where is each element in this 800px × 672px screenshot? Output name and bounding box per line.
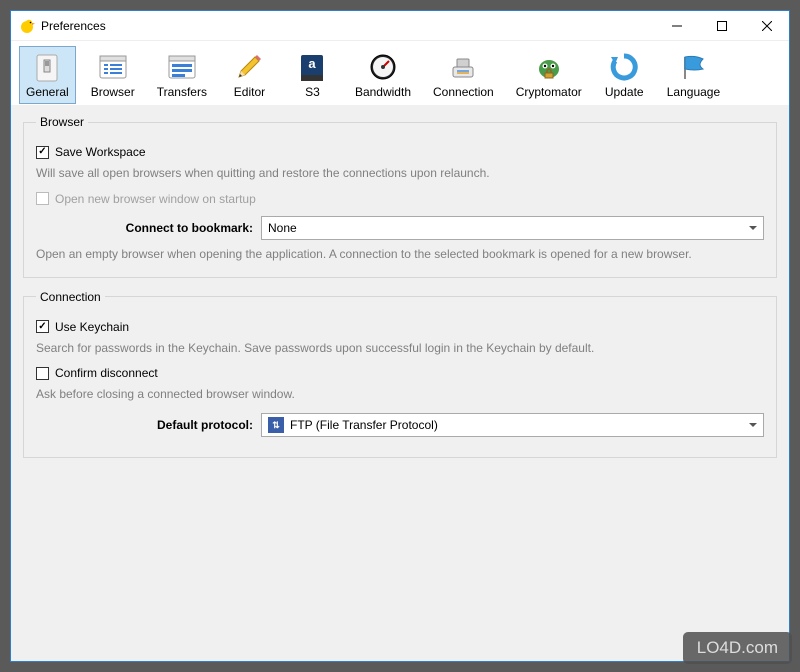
maximize-button[interactable] bbox=[699, 11, 744, 40]
app-icon bbox=[19, 18, 35, 34]
tab-label: Editor bbox=[234, 85, 265, 99]
tab-label: Transfers bbox=[157, 85, 207, 99]
save-workspace-row: Save Workspace bbox=[36, 145, 764, 159]
tab-label: Connection bbox=[433, 85, 494, 99]
browser-icon bbox=[97, 51, 129, 83]
general-icon bbox=[31, 51, 63, 83]
titlebar: Preferences bbox=[11, 11, 789, 41]
chevron-down-icon bbox=[749, 226, 757, 230]
tab-transfers[interactable]: Transfers bbox=[150, 46, 214, 104]
confirm-disconnect-checkbox[interactable] bbox=[36, 367, 49, 380]
save-workspace-checkbox[interactable] bbox=[36, 146, 49, 159]
tab-label: Browser bbox=[91, 85, 135, 99]
content-area: Browser Save Workspace Will save all ope… bbox=[11, 105, 789, 661]
browser-legend: Browser bbox=[36, 115, 88, 129]
confirm-disconnect-desc: Ask before closing a connected browser w… bbox=[36, 386, 764, 403]
tab-cryptomator[interactable]: Cryptomator bbox=[509, 46, 589, 104]
use-keychain-row: Use Keychain bbox=[36, 320, 764, 334]
connection-section: Connection Use Keychain Search for passw… bbox=[23, 290, 777, 459]
default-protocol-select[interactable]: ⇅ FTP (File Transfer Protocol) bbox=[261, 413, 764, 437]
chevron-down-icon bbox=[749, 423, 757, 427]
tab-label: Cryptomator bbox=[516, 85, 582, 99]
tab-label: Update bbox=[605, 85, 644, 99]
preferences-window: Preferences General Browser Transfers bbox=[10, 10, 790, 662]
default-protocol-row: Default protocol: ⇅ FTP (File Transfer P… bbox=[36, 413, 764, 437]
confirm-disconnect-row: Confirm disconnect bbox=[36, 366, 764, 380]
window-title: Preferences bbox=[41, 19, 654, 33]
bandwidth-icon bbox=[367, 51, 399, 83]
tab-label: Language bbox=[667, 85, 720, 99]
connect-bookmark-value: None bbox=[268, 221, 749, 235]
connection-icon bbox=[447, 51, 479, 83]
tab-update[interactable]: Update bbox=[597, 46, 652, 104]
s3-icon: a bbox=[296, 51, 328, 83]
connection-legend: Connection bbox=[36, 290, 105, 304]
watermark: LO4D.com bbox=[683, 632, 792, 664]
update-icon bbox=[608, 51, 640, 83]
tab-label: S3 bbox=[305, 85, 320, 99]
browser-section: Browser Save Workspace Will save all ope… bbox=[23, 115, 777, 278]
save-workspace-desc: Will save all open browsers when quittin… bbox=[36, 165, 764, 182]
tab-label: Bandwidth bbox=[355, 85, 411, 99]
save-workspace-label[interactable]: Save Workspace bbox=[55, 145, 146, 159]
svg-text:a: a bbox=[309, 56, 317, 71]
close-button[interactable] bbox=[744, 11, 789, 40]
confirm-disconnect-label[interactable]: Confirm disconnect bbox=[55, 366, 158, 380]
open-new-label: Open new browser window on startup bbox=[55, 192, 256, 206]
open-new-checkbox bbox=[36, 192, 49, 205]
tab-s3[interactable]: a S3 bbox=[285, 46, 340, 104]
connect-bookmark-row: Connect to bookmark: None bbox=[36, 216, 764, 240]
default-protocol-value: FTP (File Transfer Protocol) bbox=[290, 418, 438, 432]
connect-bookmark-select[interactable]: None bbox=[261, 216, 764, 240]
ftp-icon: ⇅ bbox=[268, 417, 284, 433]
tab-label: General bbox=[26, 85, 69, 99]
connect-bookmark-label: Connect to bookmark: bbox=[36, 221, 261, 235]
tab-editor[interactable]: Editor bbox=[222, 46, 277, 104]
connect-bookmark-desc: Open an empty browser when opening the a… bbox=[36, 246, 764, 263]
cryptomator-icon bbox=[533, 51, 565, 83]
editor-icon bbox=[233, 51, 265, 83]
tab-bandwidth[interactable]: Bandwidth bbox=[348, 46, 418, 104]
open-new-row: Open new browser window on startup bbox=[36, 192, 764, 206]
default-protocol-label: Default protocol: bbox=[36, 418, 261, 432]
tab-browser[interactable]: Browser bbox=[84, 46, 142, 104]
minimize-button[interactable] bbox=[654, 11, 699, 40]
toolbar: General Browser Transfers Editor a S3 bbox=[11, 41, 789, 105]
tab-general[interactable]: General bbox=[19, 46, 76, 104]
tab-connection[interactable]: Connection bbox=[426, 46, 501, 104]
transfers-icon bbox=[166, 51, 198, 83]
tab-language[interactable]: Language bbox=[660, 46, 727, 104]
language-icon bbox=[677, 51, 709, 83]
use-keychain-label[interactable]: Use Keychain bbox=[55, 320, 129, 334]
use-keychain-desc: Search for passwords in the Keychain. Sa… bbox=[36, 340, 764, 357]
use-keychain-checkbox[interactable] bbox=[36, 320, 49, 333]
